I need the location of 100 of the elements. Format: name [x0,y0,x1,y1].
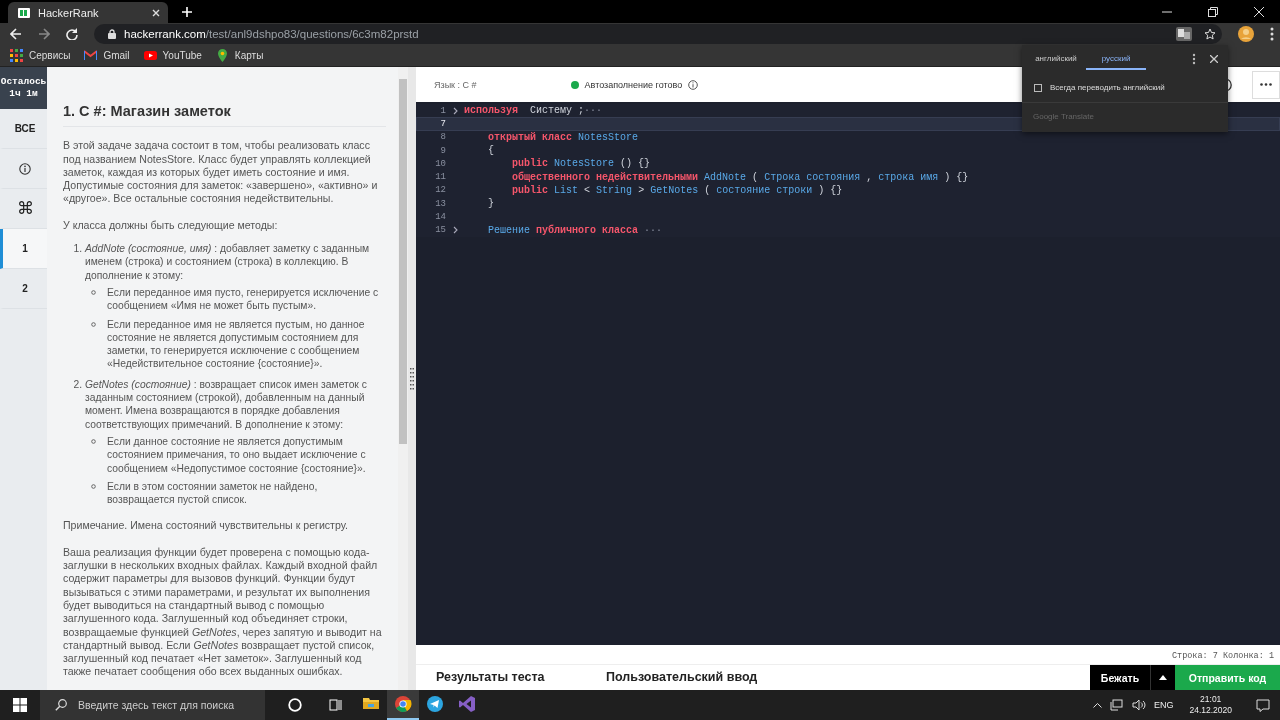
translate-icon[interactable] [1176,27,1192,41]
more-icon [1260,83,1272,86]
chevron-icon[interactable] [452,226,458,235]
browser-tab[interactable]: HackerRank [8,2,168,23]
code-line: } [487,198,494,210]
task-view-icon [328,698,342,712]
mail-icon [84,49,98,62]
infinity-ribbon-icon [458,695,476,713]
bullet-text: Если в этом состоянии заметок не найдено, возвращается пустой список. [107,479,319,507]
drag-handle-icon[interactable] [410,367,414,390]
checkbox[interactable] [1034,83,1042,92]
code-line: открытый класс NotesStore [487,131,639,143]
code-line: Решение публичного класса ··· [487,224,663,236]
avatar-icon[interactable] [1238,26,1254,42]
chrome-icon [394,695,412,713]
line-number: 12 [434,185,446,196]
bullet-icon [91,483,96,489]
star-icon[interactable] [1204,28,1216,40]
line-number: 9 [439,145,446,156]
url-text: hackerrank.com/test/anl9dshpo83/questions/6c3m82prstd [124,28,419,40]
apps-grid-icon [10,49,23,62]
close-icon[interactable] [152,8,160,17]
search-icon [55,699,67,711]
paper-plane-icon [426,695,444,713]
search-field[interactable]: Введите здесь текст для поиска [40,690,265,720]
bookmark-link[interactable]: YouTube [143,49,202,62]
bullet-icon [91,438,96,444]
close-icon[interactable] [1254,6,1264,17]
bookmark-link[interactable]: Карты [215,49,264,62]
clock[interactable]: 21:01 24.12.2020 [1189,694,1232,716]
list-number: 2. [72,377,83,392]
clock-time: 21:01 [1200,694,1222,705]
run-button[interactable]: Бежать [1090,665,1150,690]
autocomplete-status: Автозаполнение готово [584,79,683,90]
panel-tab[interactable]: Пользовательский ввод [586,665,756,690]
circle-icon [288,698,302,712]
reload-icon[interactable] [66,28,78,40]
code-line: используя Систему ;··· [464,105,603,117]
back-icon[interactable] [10,28,22,40]
line-number: 8 [439,132,446,143]
line-number: 15 [434,225,446,236]
clock-date: 24.12.2020 [1189,705,1232,716]
windows-icon [13,698,27,712]
bullet-text: Если данное состояние не является допустимым состоянием примечания, то оно выдает исключение с сообщением «Недопустимое состояние {состояние}». [107,434,367,475]
list-number: 1. [72,242,83,257]
keyboard-language[interactable]: ENG [1153,700,1174,710]
forward-icon [38,28,50,40]
code-line: public NotesStore () {} [511,158,651,170]
bookmark-link[interactable]: Сервисы [10,49,71,62]
panel-tab[interactable]: Результаты теста [416,665,586,690]
lock-icon [108,29,116,39]
expand-button[interactable] [1150,665,1175,690]
status-dot-icon [570,80,579,89]
network-icon[interactable] [1109,699,1124,711]
line-number: 1 [439,105,446,116]
info-icon [19,162,31,175]
timer-label: Осталось [0,76,47,88]
language-tab[interactable]: английский [1026,48,1086,70]
bookmark-link[interactable]: Gmail [84,49,130,62]
bullet-icon [91,289,96,295]
play-icon [143,49,157,62]
menu-icon[interactable] [1270,27,1274,41]
volume-icon[interactable] [1131,699,1146,711]
code-line: { [487,145,494,157]
line-number: 11 [434,172,446,183]
paragraph: Примечание. Имена состояний чувствительны к регистру. [63,519,349,533]
list-text: GetNotes (состояние) : возвращает список имен заметок с заданным состоянием (строкой), добавленным на данный момент. Имена возвращаются в порядке добавления соответствующих примечаний. В дополнение к этому: [85,377,368,431]
line-number: 14 [434,212,446,222]
bullet-text: Если переданное имя пусто, генерируется исключение с сообщением «Имя не может быть пустым». [107,285,380,313]
close-icon[interactable] [1210,55,1218,63]
caret-up-icon [1159,675,1167,680]
site-icon [18,7,30,18]
paragraph: В этой задаче задача состоит в том, чтобы реализовать класс под названием NotesStore. Класс будет управлять коллекцией заметок, каждая из которых будет иметь состояние и имя. Допустимые состояния для заметок: «завершено», «активно» и «другое». Все остальные состояния недействительны. [63,139,379,206]
bullet-icon [91,321,96,327]
question-tab[interactable]: 1 [0,229,47,269]
notification-icon[interactable] [1256,698,1270,712]
list-text: AddNote (состояние, имя) : добавляет заметку с заданным именем (строка) и состоянием (строка) в коллекцию. В дополнение к этому: [85,242,371,282]
restore-icon[interactable] [1208,6,1218,17]
plus-icon[interactable] [182,7,192,17]
map-pin-icon [215,49,229,62]
caret-up-icon[interactable] [1092,702,1102,708]
code-line: общественного недействительными AddNote ( Строка состояния , строка имя ) {} [511,171,969,183]
paragraph: Ваша реализация функции будет проверена с помощью кода-заглушки в нескольких входных файлах. Каждый входной файл содержит параметры для вызовов функций. Функции будут вызываться с этими параметрами, и результат их выполнения будет выводиться на стандартный вывод с помощью заглушенного кода. Заглушенный код объединяет строки, возвращаемые функцией GetNotes, через запятую и выводит на стандартный вывод. Если GetNotes возвращает пустой список, заглушенный код печатает «Нет заметок». Заглушенный код также печатает сообщения обо всех выданных ошибках. [63,545,383,679]
line-number: 7 [439,118,446,129]
address-bar[interactable]: hackerrank.com/test/anl9dshpo83/questions/6c3m82prstd [94,24,1222,44]
language-selector[interactable]: Язык : C # [434,79,477,90]
bullet-text: Если переданное имя не является пустым, но данное состояние не является допустимым состоянием для заметки, то генерируется исключение с сообщением «Недействительное состояние {состояние}». [107,317,366,371]
chevron-icon[interactable] [452,106,458,115]
code-line: public List < String > GetNotes ( состояние строки ) {} [511,184,843,196]
line-number: 13 [434,198,446,209]
language-tab[interactable]: русский [1086,48,1146,70]
scrollbar[interactable] [398,67,408,690]
info-icon[interactable] [688,79,699,90]
paragraph: У класса должны быть следующие методы: [63,218,279,233]
problem-title: 1. C #: Магазин заметок [63,105,386,128]
more-icon[interactable] [1192,53,1196,65]
line-number: 10 [434,158,446,169]
taskbar-app[interactable] [387,690,419,720]
tab-title: HackerRank [38,6,100,19]
checkbox-label: Всегда переводить английский [1050,83,1165,92]
